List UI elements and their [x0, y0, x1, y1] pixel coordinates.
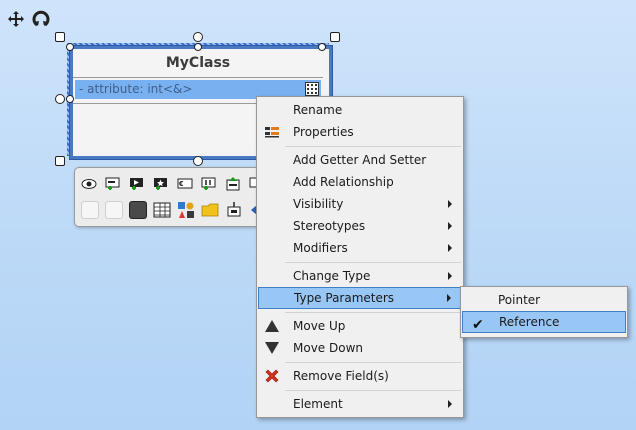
menu-item-rename[interactable]: Rename — [258, 99, 462, 121]
menu-item-visibility[interactable]: Visibility — [258, 193, 462, 215]
resize-handle-bottom-left[interactable] — [55, 156, 65, 166]
menu-item-label: Type Parameters — [294, 291, 395, 305]
anchor-point[interactable] — [318, 43, 326, 51]
menu-item-add-getter-setter[interactable]: Add Getter And Setter — [258, 149, 462, 171]
submenu-arrow-icon — [448, 200, 452, 208]
dark-fill-swatch[interactable] — [129, 201, 147, 219]
submenu-arrow-icon — [448, 222, 452, 230]
folder-icon[interactable] — [201, 201, 219, 219]
menu-item-label: Modifiers — [293, 241, 348, 255]
properties-icon — [265, 127, 279, 138]
menu-item-move-down[interactable]: Move Down — [258, 337, 462, 359]
submenu-item-label: Pointer — [498, 293, 541, 307]
resize-handle-top-left[interactable] — [55, 32, 65, 42]
light-fill-swatch[interactable] — [105, 201, 123, 219]
menu-item-label: Move Up — [293, 319, 346, 333]
anchor-point[interactable] — [66, 43, 74, 51]
submenu-item-label: Reference — [499, 315, 560, 329]
menu-item-add-relationship[interactable]: Add Relationship — [258, 171, 462, 193]
menu-item-remove-fields[interactable]: Remove Field(s) — [258, 365, 462, 387]
submenu-arrow-icon — [447, 294, 451, 302]
menu-separator — [285, 312, 461, 313]
menu-separator — [285, 362, 461, 363]
shapes-icon[interactable] — [177, 201, 195, 219]
menu-item-modifiers[interactable]: Modifiers — [258, 237, 462, 259]
menu-item-change-type[interactable]: Change Type — [258, 265, 462, 287]
menu-item-label: Visibility — [293, 197, 344, 211]
resize-handle-left[interactable] — [55, 94, 65, 104]
menu-item-label: Rename — [293, 103, 343, 117]
note-icon[interactable] — [225, 176, 241, 192]
submenu-arrow-icon — [448, 400, 452, 408]
red-x-icon — [265, 369, 279, 383]
grid-icon[interactable] — [305, 82, 319, 96]
white-fill-swatch[interactable] — [81, 201, 99, 219]
menu-separator — [285, 146, 461, 147]
triangle-up-icon — [265, 320, 279, 332]
menu-item-label: Remove Field(s) — [293, 369, 389, 383]
resize-handle-top[interactable] — [193, 32, 203, 42]
submenu-item-reference[interactable]: ✔ Reference — [462, 311, 626, 333]
submenu-item-pointer[interactable]: Pointer — [462, 289, 626, 311]
anchor-point[interactable] — [66, 95, 74, 103]
menu-item-stereotypes[interactable]: Stereotypes — [258, 215, 462, 237]
anchor-point[interactable] — [194, 43, 202, 51]
menu-item-properties[interactable]: Properties — [258, 121, 462, 143]
add-operation-icon[interactable] — [129, 176, 145, 192]
type-parameters-submenu: Pointer ✔ Reference — [460, 286, 628, 338]
resize-handle-bottom[interactable] — [193, 156, 203, 166]
menu-item-element[interactable]: Element — [258, 393, 462, 415]
add-template-icon[interactable] — [201, 176, 217, 192]
menu-separator — [285, 390, 461, 391]
menu-item-type-parameters[interactable]: Type Parameters — [258, 287, 462, 309]
resize-handle-top-right[interactable] — [330, 32, 340, 42]
submenu-arrow-icon — [448, 244, 452, 252]
table-icon[interactable] — [153, 201, 171, 219]
checkmark-icon: ✔ — [472, 317, 484, 333]
add-parameter-icon[interactable] — [177, 176, 193, 192]
add-attribute-icon[interactable] — [105, 176, 121, 192]
menu-item-label: Add Relationship — [293, 175, 394, 189]
menu-separator — [285, 262, 461, 263]
menu-item-label: Move Down — [293, 341, 363, 355]
triangle-down-icon — [265, 342, 279, 354]
class-name[interactable]: MyClass — [73, 49, 323, 78]
add-stereotype-icon[interactable] — [153, 176, 169, 192]
menu-item-label: Add Getter And Setter — [293, 153, 427, 167]
submenu-arrow-icon — [448, 272, 452, 280]
align-icon[interactable] — [225, 201, 243, 219]
menu-item-label: Properties — [293, 125, 354, 139]
menu-item-move-up[interactable]: Move Up — [258, 315, 462, 337]
rotate-icon[interactable] — [32, 10, 50, 28]
move-icon[interactable] — [7, 10, 25, 28]
menu-item-label: Change Type — [293, 269, 371, 283]
eye-icon[interactable] — [81, 176, 97, 192]
menu-item-label: Element — [293, 397, 343, 411]
context-menu: Rename Properties Add Getter And Setter … — [256, 96, 464, 418]
menu-item-label: Stereotypes — [293, 219, 366, 233]
